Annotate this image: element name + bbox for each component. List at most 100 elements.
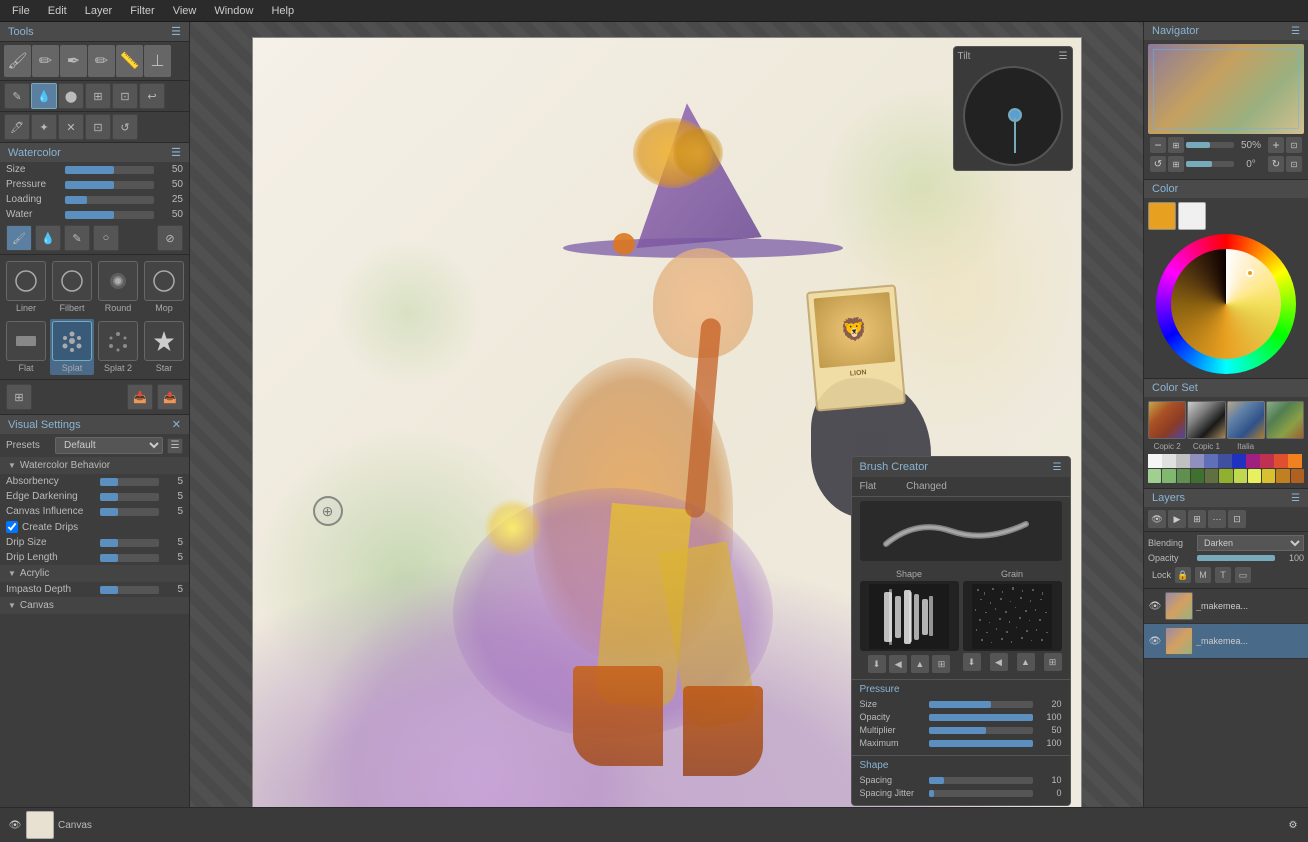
tool-smudge[interactable]: 🖊: [4, 114, 30, 140]
cs-extra-8[interactable]: [1246, 454, 1260, 468]
edge-darkening-slider[interactable]: [100, 493, 159, 501]
brush-flat[interactable]: Flat: [4, 319, 48, 375]
absorbency-slider[interactable]: [100, 478, 159, 486]
bc-changed-label[interactable]: Changed: [906, 481, 947, 492]
layer-tool-extra[interactable]: ⊡: [1228, 510, 1246, 528]
menu-view[interactable]: View: [165, 3, 205, 19]
bc-shape-image[interactable]: [860, 581, 959, 651]
drip-length-slider[interactable]: [100, 554, 159, 562]
zoom-in-button[interactable]: +: [1268, 137, 1284, 153]
brush-splat2[interactable]: Splat 2: [96, 319, 140, 375]
color-wheel-inner[interactable]: [1171, 249, 1281, 359]
tool-undo[interactable]: ↩: [139, 83, 165, 109]
layer-tool-eye[interactable]: 👁: [1148, 510, 1166, 528]
bc-maximum-slider[interactable]: [929, 740, 1033, 747]
background-color-swatch[interactable]: [1178, 202, 1206, 230]
tool-brush4[interactable]: ✏: [88, 45, 115, 77]
canvas-influence-slider[interactable]: [100, 508, 159, 516]
layer-2-visibility[interactable]: 👁: [1148, 634, 1162, 648]
zoom-out-button[interactable]: −: [1150, 137, 1166, 153]
cs-extra-2[interactable]: [1162, 454, 1176, 468]
brush-mode-4[interactable]: ○: [93, 225, 119, 251]
zoom-fit-button[interactable]: ⊞: [1168, 137, 1184, 153]
tools-menu-icon[interactable]: ☰: [171, 25, 181, 38]
tool-pen[interactable]: ✎: [4, 83, 30, 109]
tilt-menu[interactable]: ☰: [1059, 51, 1068, 62]
import-tool[interactable]: 📥: [127, 384, 153, 410]
cs-swatch[interactable]: [1248, 469, 1261, 483]
bc-size-slider[interactable]: [929, 701, 1033, 708]
cs-swatch[interactable]: [1276, 469, 1289, 483]
brush-round[interactable]: Round: [96, 259, 140, 315]
size-slider[interactable]: [65, 166, 154, 174]
color-wheel-container[interactable]: [1156, 234, 1296, 374]
bc-grain-prev[interactable]: ◀: [990, 653, 1008, 671]
tool-brush3[interactable]: ✒: [60, 45, 87, 77]
tool-brush2[interactable]: ✏: [32, 45, 59, 77]
loading-slider[interactable]: [65, 196, 154, 204]
watercolor-behavior-header[interactable]: ▼ Watercolor Behavior: [0, 457, 189, 474]
rotate-right-button[interactable]: ↻: [1268, 156, 1284, 172]
bc-spacing-slider[interactable]: [929, 777, 1033, 784]
bc-flat-label[interactable]: Flat: [860, 481, 877, 492]
cs-extra-6[interactable]: [1218, 454, 1232, 468]
menu-filter[interactable]: Filter: [122, 3, 162, 19]
layer-tool-more[interactable]: ⋯: [1208, 510, 1226, 528]
rotate-mirror-button[interactable]: ⊡: [1286, 156, 1302, 172]
tool-brush5[interactable]: 📏: [116, 45, 143, 77]
tool-clone[interactable]: ✦: [31, 114, 57, 140]
cs-swatch[interactable]: [1291, 469, 1304, 483]
canvas-row[interactable]: 👁 Canvas ⚙: [1144, 807, 1308, 817]
navigator-thumbnail[interactable]: [1148, 44, 1304, 134]
color-set-tab-4[interactable]: [1266, 442, 1304, 451]
lock-btn-4[interactable]: ▭: [1235, 567, 1251, 583]
rotate-reset-button[interactable]: ⊞: [1168, 156, 1184, 172]
cs-swatch[interactable]: [1162, 469, 1175, 483]
navigator-rotate-slider[interactable]: [1186, 161, 1234, 167]
bc-shape-more[interactable]: ⊞: [932, 655, 950, 673]
brush-mode-2[interactable]: 💧: [35, 225, 61, 251]
tool-rotate[interactable]: ↺: [112, 114, 138, 140]
cs-extra-5[interactable]: [1204, 454, 1218, 468]
opacity-slider[interactable]: [1197, 555, 1275, 561]
canvas-section-header[interactable]: ▼ Canvas: [0, 597, 189, 614]
bc-multiplier-slider[interactable]: [929, 727, 1033, 734]
zoom-reset-button[interactable]: ⊡: [1286, 137, 1302, 153]
color-set-thumb-2[interactable]: [1187, 401, 1225, 439]
lock-btn-3[interactable]: T: [1215, 567, 1231, 583]
menu-window[interactable]: Window: [206, 3, 261, 19]
presets-select[interactable]: Default: [55, 437, 163, 454]
cs-swatch[interactable]: [1177, 469, 1190, 483]
menu-edit[interactable]: Edit: [40, 3, 75, 19]
brush-mop[interactable]: Mop: [142, 259, 186, 315]
color-set-thumb-3[interactable]: [1227, 401, 1265, 439]
layer-row-1[interactable]: 👁 _makemea...: [1144, 589, 1308, 624]
menu-help[interactable]: Help: [263, 3, 302, 19]
canvas-image[interactable]: 🦁 LION: [252, 37, 1082, 827]
align-tool[interactable]: ⊞: [6, 384, 32, 410]
visual-settings-close[interactable]: ✕: [172, 418, 181, 431]
cs-swatch[interactable]: [1262, 469, 1275, 483]
cs-extra-9[interactable]: [1260, 454, 1274, 468]
layer-1-visibility[interactable]: 👁: [1148, 599, 1162, 613]
bc-grain-more[interactable]: ⊞: [1044, 653, 1062, 671]
color-set-tab-2[interactable]: Copic 1: [1187, 442, 1225, 451]
color-picker-dot[interactable]: [1246, 269, 1254, 277]
cs-swatch[interactable]: [1191, 469, 1204, 483]
cs-extra-3[interactable]: [1176, 454, 1190, 468]
bc-spacing-jitter-slider[interactable]: [929, 790, 1033, 797]
cs-extra-7[interactable]: [1232, 454, 1246, 468]
layers-menu[interactable]: ☰: [1291, 493, 1300, 504]
bc-shape-prev[interactable]: ◀: [889, 655, 907, 673]
tool-fill[interactable]: ⬤: [58, 83, 84, 109]
bc-grain-import[interactable]: ⬇: [963, 653, 981, 671]
bc-grain-next[interactable]: ▲: [1017, 653, 1035, 671]
foreground-color-swatch[interactable]: [1148, 202, 1176, 230]
color-wheel[interactable]: [1156, 234, 1296, 374]
navigator-zoom-slider[interactable]: [1186, 142, 1234, 148]
layer-tool-play[interactable]: ▶: [1168, 510, 1186, 528]
brush-liner[interactable]: Liner: [4, 259, 48, 315]
lock-btn-1[interactable]: 🔒: [1175, 567, 1191, 583]
cs-extra-1[interactable]: [1148, 454, 1162, 468]
water-slider[interactable]: [65, 211, 154, 219]
